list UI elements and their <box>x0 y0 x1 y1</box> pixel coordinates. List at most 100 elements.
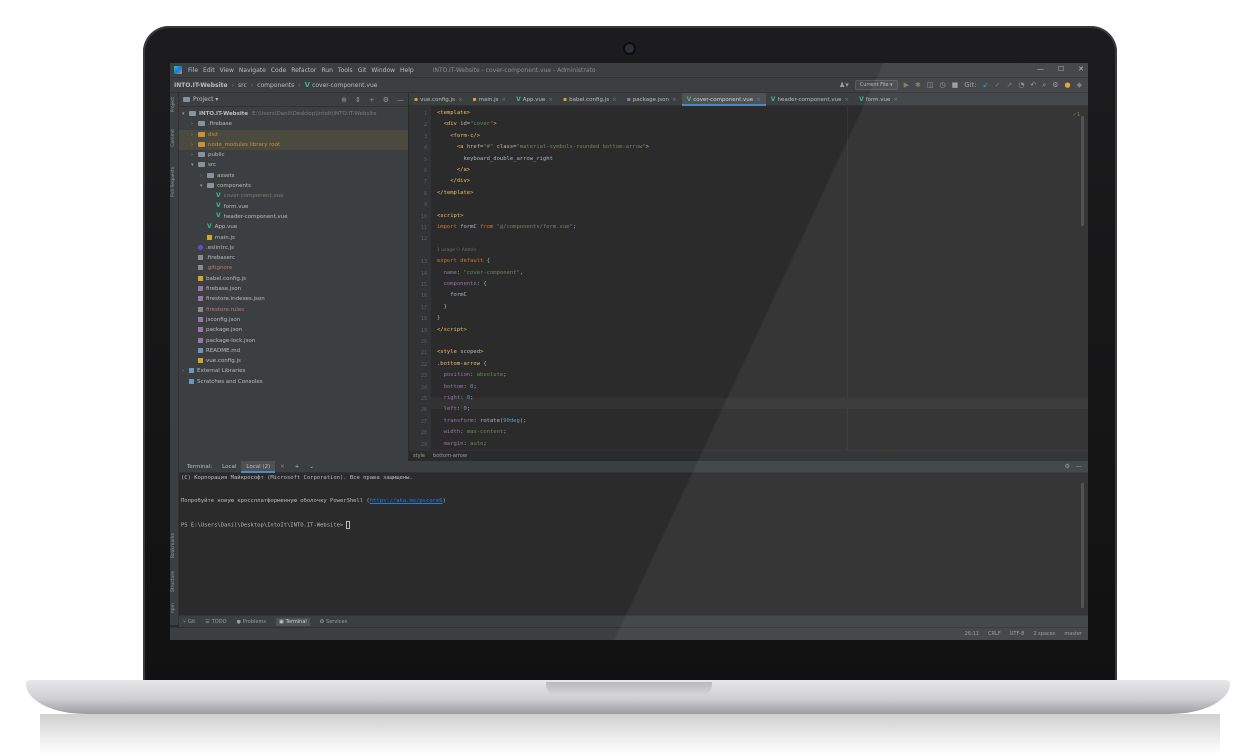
git-update-icon[interactable]: ↙ <box>983 81 989 89</box>
inspection-status[interactable]: ✓1 <box>1073 112 1080 118</box>
close-tab-icon[interactable]: × <box>844 97 849 103</box>
tool-problems[interactable]: ● Problems <box>237 619 266 625</box>
tree-item[interactable]: V App.vue <box>179 222 408 232</box>
tree-item[interactable]: Vcover-component.vue <box>179 191 408 201</box>
close-icon[interactable]: ✕ <box>1078 65 1084 73</box>
tree-item[interactable]: › assets <box>179 171 408 181</box>
editor-tab[interactable]: ▪ vue.config.js × <box>409 93 468 106</box>
tree-item[interactable]: › .firebase <box>179 119 408 129</box>
settings-icon[interactable]: ⚙ <box>1052 81 1058 89</box>
close-tab-icon[interactable]: × <box>458 97 463 103</box>
indent-setting[interactable]: 2 spaces <box>1033 631 1055 637</box>
tree-item[interactable]: ▾ INTO.IT-Website E:\Users\Danil\Desktop\I… <box>179 109 408 119</box>
chevron-right-icon[interactable]: › <box>182 366 189 376</box>
terminal-tab-local[interactable]: Local <box>217 461 241 473</box>
chevron-down-icon[interactable]: ⌄ <box>304 461 319 473</box>
powershell-link[interactable]: https://aka.ms/pscore6 <box>370 498 443 504</box>
usages-hint[interactable]: 1 usage ⚇ Admin <box>437 248 476 253</box>
tree-item[interactable]: vue.config.js <box>179 356 408 366</box>
git-push-icon[interactable]: ↗ <box>1006 81 1012 89</box>
menu-file[interactable]: File <box>188 67 198 74</box>
close-tab-icon[interactable]: × <box>612 97 617 103</box>
editor-tab[interactable]: V App.vue × <box>511 93 558 106</box>
menu-code[interactable]: Code <box>271 67 286 74</box>
tree-item[interactable]: ▾ components <box>179 181 408 191</box>
chevron-right-icon[interactable]: › <box>191 130 198 140</box>
editor-tab[interactable]: Vheader-component.vue × <box>766 93 854 106</box>
tree-item[interactable]: package.json <box>179 325 408 335</box>
git-branch[interactable]: master <box>1064 631 1082 637</box>
strip-pull-requests[interactable]: Pull Requests <box>171 167 176 197</box>
line-separator[interactable]: CRLF <box>988 631 1001 637</box>
tree-item[interactable]: README.md <box>179 346 408 356</box>
tree-item[interactable]: package-lock.json <box>179 336 408 346</box>
menu-window[interactable]: Window <box>371 67 395 74</box>
history-icon[interactable]: ◔ <box>1018 81 1024 89</box>
gear-icon[interactable]: ⚙ <box>383 96 389 104</box>
breadcrumb-project[interactable]: INTO.IT-Website <box>174 82 228 89</box>
gear-icon[interactable]: ⚙ <box>1065 463 1070 470</box>
close-tab-icon[interactable]: × <box>502 97 507 103</box>
close-tab-icon[interactable]: × <box>672 97 677 103</box>
tree-item[interactable]: babel.config.js <box>179 274 408 284</box>
menu-run[interactable]: Run <box>321 67 333 74</box>
tree-item[interactable]: main.js <box>179 233 408 243</box>
strip-structure[interactable]: Structure <box>171 571 176 592</box>
menu-refactor[interactable]: Refactor <box>291 67 316 74</box>
chevron-right-icon[interactable]: › <box>200 171 207 181</box>
menu-view[interactable]: View <box>220 67 234 74</box>
tree-item[interactable]: ▾ src <box>179 160 408 170</box>
stop-icon[interactable]: ■ <box>952 81 959 89</box>
chevron-right-icon[interactable]: › <box>191 119 198 129</box>
close-icon[interactable]: ✕ <box>275 461 290 473</box>
hide-icon[interactable]: — <box>397 96 404 104</box>
close-tab-icon[interactable]: × <box>893 97 898 103</box>
editor-tab[interactable]: Vcover-component.vue × <box>681 92 766 106</box>
editor-scrollbar[interactable] <box>1081 116 1084 226</box>
tree-item[interactable]: Vheader-component.vue <box>179 212 408 222</box>
expand-all-icon[interactable]: ⇕ <box>355 96 361 104</box>
project-view-select[interactable]: Project ▾ <box>193 96 218 103</box>
strip-npm[interactable]: npm <box>171 603 176 613</box>
tree-item[interactable]: › External Libraries <box>179 366 408 376</box>
updates-icon[interactable]: ● <box>1065 81 1071 89</box>
maximize-icon[interactable]: ☐ <box>1058 65 1064 73</box>
run-icon[interactable]: ▶ <box>904 81 909 89</box>
tree-item[interactable]: firestore.indexes.json <box>179 294 408 304</box>
tool-todo[interactable]: ☰ TODO <box>205 619 226 625</box>
run-config-select[interactable]: Current File ▾ <box>854 80 898 90</box>
menu-edit[interactable]: Edit <box>203 67 215 74</box>
git-label-icon[interactable]: Git: <box>964 81 976 89</box>
git-commit-icon[interactable]: ✓ <box>995 81 1001 89</box>
code-editor[interactable]: ✓1 1 <template> 2 <div id="cover"> 3 <form-… <box>409 106 1088 450</box>
tree-item[interactable]: .firebaserc <box>179 253 408 263</box>
menu-navigate[interactable]: Navigate <box>239 67 266 74</box>
chevron-right-icon[interactable]: › <box>191 150 198 160</box>
terminal-prompt-line[interactable]: PS E:\Users\Danil\Desktop\IntoIt\INTO.IT… <box>181 521 351 529</box>
add-terminal-icon[interactable]: + <box>290 461 305 473</box>
editor-tab[interactable]: Vform.vue × <box>854 93 903 106</box>
terminal-scrollbar[interactable] <box>1081 483 1084 608</box>
chevron-down-icon[interactable]: ▾ <box>191 160 198 170</box>
tool-terminal[interactable]: ▣ Terminal <box>275 617 310 626</box>
editor-tab[interactable]: ▪ main.js × <box>468 93 512 106</box>
tree-item[interactable]: jsconfig.json <box>179 315 408 325</box>
crumb-bottom-arrow[interactable]: bottom-arrow <box>433 453 467 459</box>
terminal-tab-local-2[interactable]: Local (2) <box>241 460 276 473</box>
tree-item[interactable]: .gitignore <box>179 263 408 273</box>
strip-project[interactable]: Project <box>171 97 176 112</box>
terminal-output[interactable]: (C) Корпорация Майкрософт (Microsoft Cor… <box>179 473 1088 615</box>
breadcrumb-components[interactable]: components <box>257 82 294 89</box>
strip-commit[interactable]: Commit <box>171 129 176 147</box>
tree-item[interactable]: firebase.json <box>179 284 408 294</box>
editor-tab[interactable]: ▪ babel.config.js × <box>558 93 622 106</box>
search-everywhere-icon[interactable]: ⌕ <box>1042 81 1046 90</box>
close-tab-icon[interactable]: × <box>548 97 553 103</box>
cursor-position[interactable]: 26:11 <box>965 631 979 637</box>
tool-git[interactable]: ⑂ Git <box>183 619 195 625</box>
file-encoding[interactable]: UTF-8 <box>1010 631 1025 637</box>
tree-item[interactable]: Scratches and Consoles <box>179 377 408 387</box>
strip-bookmarks[interactable]: Bookmarks <box>171 533 176 558</box>
tree-item[interactable]: › dist <box>179 129 408 140</box>
chevron-right-icon[interactable]: › <box>191 140 198 150</box>
